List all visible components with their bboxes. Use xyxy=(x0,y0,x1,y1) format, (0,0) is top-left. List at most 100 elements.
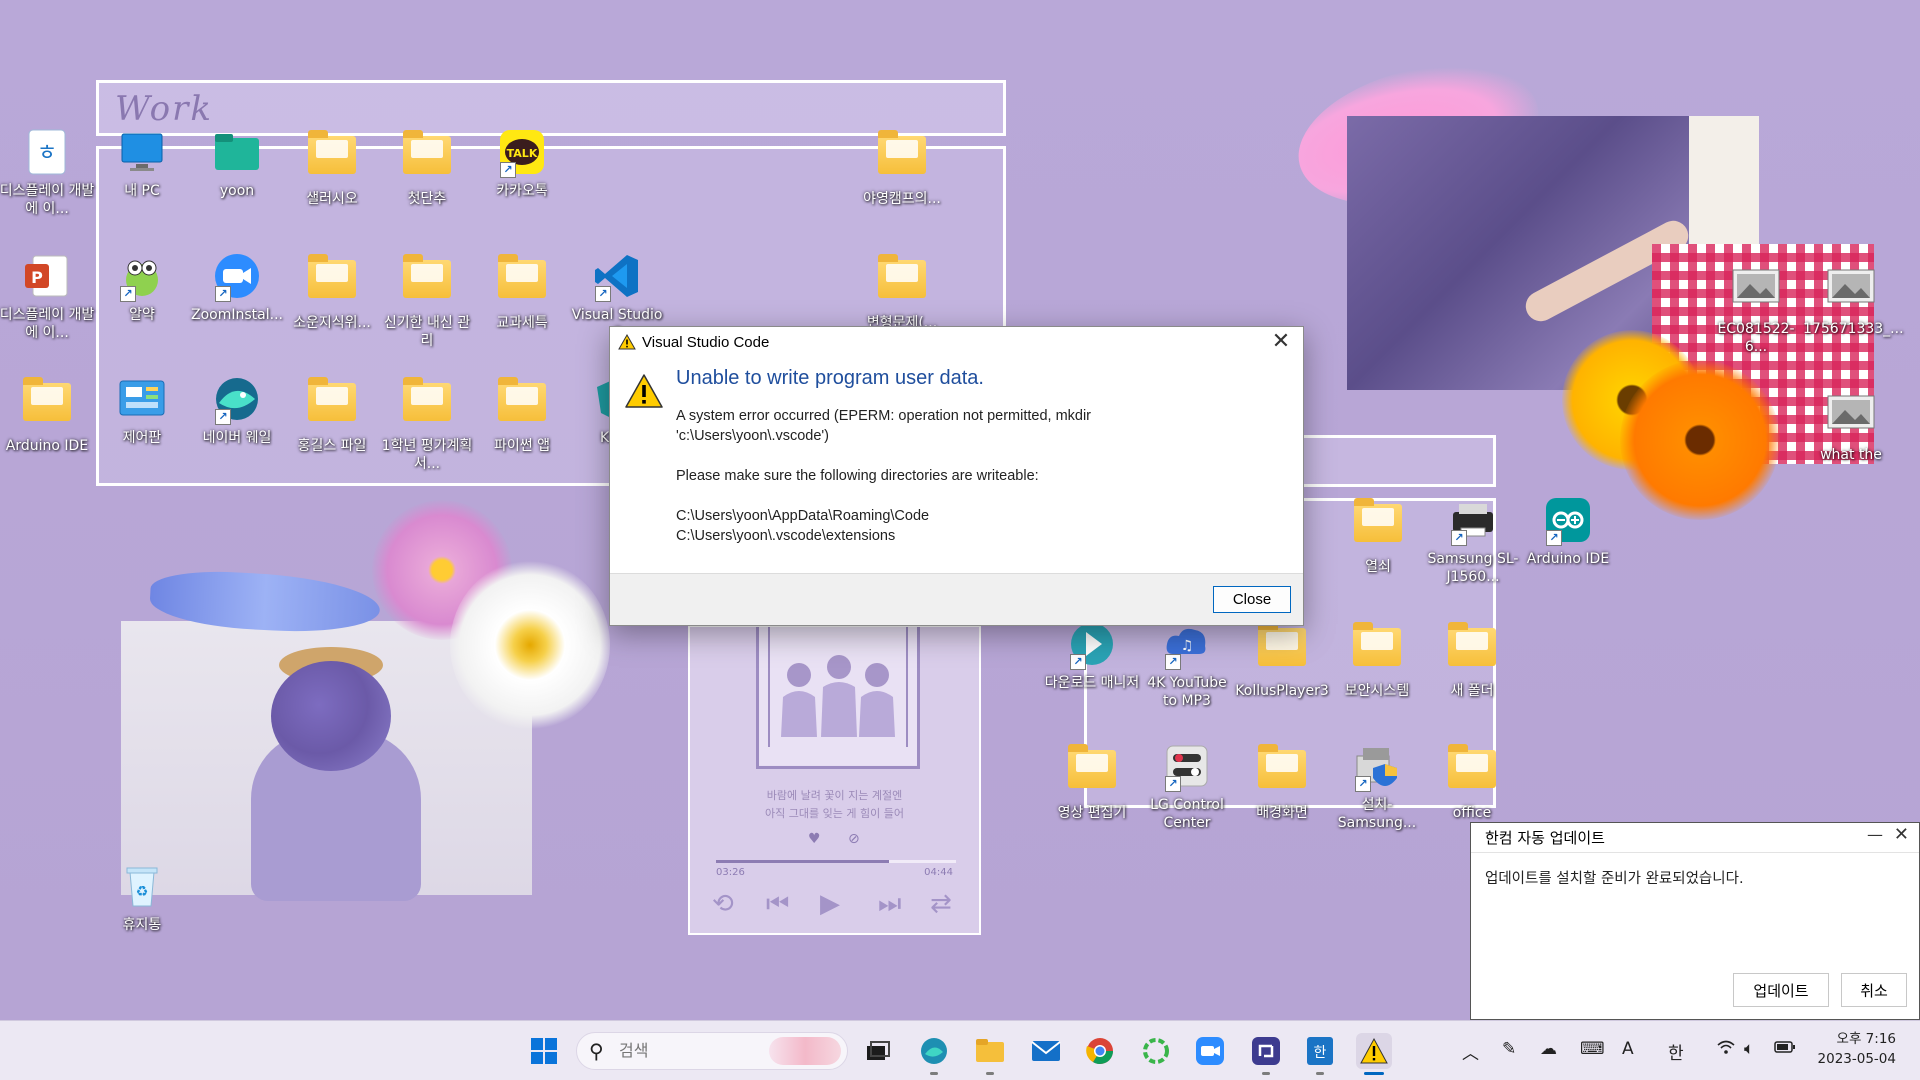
desktop-icon-kakaotalk[interactable]: TALK ↗ 카카오톡 xyxy=(474,128,570,200)
desktop-icon-ec081522[interactable]: EC081522-6... xyxy=(1708,266,1804,356)
next-icon[interactable]: ⏭ xyxy=(878,889,901,920)
show-hidden-icons-chevron-icon[interactable]: ︿ xyxy=(1462,1039,1479,1064)
start-button[interactable] xyxy=(526,1033,562,1069)
desktop-icon-homework[interactable]: 교과세특 xyxy=(474,252,570,332)
desktop-icon-label: 175671333_... xyxy=(1803,321,1904,337)
ime-mode-han[interactable]: 한 xyxy=(1668,1039,1684,1064)
desktop-icon-dictionary[interactable]: ↗ 알약 xyxy=(94,252,190,324)
cancel-button[interactable]: 취소 xyxy=(1841,973,1907,1007)
wifi-icon[interactable] xyxy=(1716,1039,1736,1060)
whale-icon: ↗ xyxy=(213,375,261,425)
folder-icon xyxy=(1354,498,1402,552)
hancom-titlebar: 한컴 자동 업데이트 xyxy=(1471,823,1919,853)
shortcut-arrow-icon: ↗ xyxy=(215,409,231,425)
minimize-icon[interactable]: — xyxy=(1867,825,1883,844)
vscode-error-dialog: Visual Studio Code ✕ Unable to write pro… xyxy=(609,326,1304,626)
taskbar-explorer[interactable] xyxy=(972,1033,1008,1075)
ime-mode-a[interactable]: A xyxy=(1622,1039,1634,1059)
folder-icon xyxy=(403,130,451,184)
heart-icon[interactable]: ♥ xyxy=(808,831,821,847)
repeat-icon[interactable]: ⟲ xyxy=(712,889,734,919)
previous-icon[interactable]: ⏮ xyxy=(766,889,789,920)
taskbar-warning-app[interactable] xyxy=(1356,1033,1392,1075)
desktop-icon-wallpaper[interactable]: 배경화면 xyxy=(1234,742,1330,822)
dialog-close-icon[interactable]: ✕ xyxy=(1269,329,1293,354)
desktop-icon-salary[interactable]: 샐러시오 xyxy=(284,128,380,208)
shuffle-icon[interactable]: ⇄ xyxy=(930,889,952,919)
desktop-icon-arduino-right[interactable]: ↗ Arduino IDE xyxy=(1520,496,1616,568)
shortcut-arrow-icon: ↗ xyxy=(1165,654,1181,670)
update-button[interactable]: 업데이트 xyxy=(1733,973,1829,1007)
running-indicator xyxy=(1316,1072,1324,1075)
dialog-close-button[interactable]: Close xyxy=(1213,586,1291,613)
desktop-icon-video-edit[interactable]: 영상 편집기 xyxy=(1044,742,1140,822)
desktop-icon-transform[interactable]: 변형문제(... xyxy=(854,252,950,332)
shortcut-arrow-icon: ↗ xyxy=(120,286,136,302)
desktop-icon-camp[interactable]: 야영캠프의... xyxy=(854,128,950,208)
desktop-icon-yoon[interactable]: yoon xyxy=(189,128,285,200)
taskbar-remote-app[interactable] xyxy=(1248,1033,1284,1075)
taskbar-mail[interactable] xyxy=(1028,1033,1064,1069)
play-icon[interactable]: ▶ xyxy=(820,889,840,919)
desktop-icon-security[interactable]: 보안시스템 xyxy=(1329,620,1425,700)
folder-icon xyxy=(498,377,546,431)
desktop-icon-singihan[interactable]: 신기한 내신 관리 xyxy=(379,252,475,350)
photo-icon xyxy=(1827,392,1875,440)
clock-date: 2023-05-04 xyxy=(1817,1051,1896,1067)
taskbar-chrome[interactable] xyxy=(1082,1033,1118,1069)
progress-bar[interactable] xyxy=(716,860,956,863)
photo-icon xyxy=(1827,266,1875,314)
desktop-icon-install-samsung[interactable]: ↗ 설치-Samsung... xyxy=(1329,742,1425,832)
volume-icon[interactable]: 🔈︎ xyxy=(1744,1039,1754,1059)
desktop-icon-what-the[interactable]: what the xyxy=(1803,392,1899,464)
warning-small-icon xyxy=(618,334,636,350)
dialog-titlebar: Visual Studio Code xyxy=(610,327,1303,357)
dialog-path-2: C:\Users\yoon\.vscode\extensions xyxy=(676,528,896,544)
taskbar-whale[interactable] xyxy=(916,1033,952,1075)
taskbar-sync-app[interactable] xyxy=(1138,1033,1174,1069)
task-view-button[interactable] xyxy=(860,1033,896,1069)
lyric-line-1: 바람에 날려 꽃이 지는 계절엔 xyxy=(766,789,903,802)
install-icon: ↗ xyxy=(1353,742,1401,792)
desktop-icon-hongdong[interactable]: 홍길스 파일 xyxy=(284,375,380,455)
desktop-icon-zoom-installer[interactable]: ↗ ZoomInstal... xyxy=(189,252,285,324)
folder-icon xyxy=(1258,744,1306,798)
pen-icon[interactable]: ✎ xyxy=(1502,1039,1516,1059)
desktop-icon-control-panel[interactable]: 제어판 xyxy=(94,375,190,447)
desktop-icon-office[interactable]: office xyxy=(1424,742,1520,822)
desktop-icon-label: 제어판 xyxy=(122,430,162,446)
taskbar-hancom[interactable]: 한 xyxy=(1302,1033,1338,1075)
desktop-icon-new-folder[interactable]: 새 폴더 xyxy=(1424,620,1520,700)
dialog-footer: Close xyxy=(610,573,1303,625)
desktop-icon-yeolsae[interactable]: 열쇠 xyxy=(1330,496,1426,576)
battery-icon[interactable] xyxy=(1774,1039,1796,1059)
desktop-icon-samsung-printer[interactable]: ↗ Samsung SL-J1560... xyxy=(1425,496,1521,586)
desktop-icon-kollus[interactable]: KollusPlayer3 xyxy=(1234,620,1330,700)
desktop-icon-yt-mp3[interactable]: ♫ ↗ 4K YouTube to MP3 xyxy=(1139,620,1235,710)
hancom-close-icon[interactable]: ✕ xyxy=(1894,824,1909,845)
desktop-icon-naver-whale[interactable]: ↗ 네이버 웨일 xyxy=(189,375,285,447)
desktop-icon-lg-control[interactable]: ↗ LG Control Center xyxy=(1139,742,1235,832)
desktop-icon-my-pc[interactable]: 내 PC xyxy=(94,128,190,200)
desktop-icon-arduino-left[interactable]: Arduino IDE xyxy=(0,375,95,455)
taskbar-zoom[interactable] xyxy=(1192,1033,1228,1069)
search-input[interactable] xyxy=(619,1041,739,1060)
svg-text:P: P xyxy=(31,268,43,287)
desktop-icon-label: 영상 편집기 xyxy=(1057,805,1127,821)
desktop-icon-recycle-bin[interactable]: ♻ 휴지통 xyxy=(94,862,190,934)
desktop-icon-sowon[interactable]: 소운지식위... xyxy=(284,252,380,332)
system-clock[interactable]: 오후 7:16 2023-05-04 xyxy=(1818,1029,1896,1069)
desktop-icon-display-dev-2[interactable]: P 디스플레이 개발에 이... xyxy=(0,252,95,342)
taskbar-search[interactable]: ⚲ xyxy=(576,1032,848,1070)
desktop-icon-download-mgr[interactable]: ↗ 다운로드 매니저 xyxy=(1044,620,1140,692)
desktop-icon-display-dev-1[interactable]: ㅎ 디스플레이 개발에 이... xyxy=(0,128,95,218)
shortcut-arrow-icon: ↗ xyxy=(1355,776,1371,792)
shortcut-arrow-icon: ↗ xyxy=(1165,776,1181,792)
desktop-icon-first-child[interactable]: 첫단추 xyxy=(379,128,475,208)
desktop-icon-first-year[interactable]: 1학년 평가계획서... xyxy=(379,375,475,473)
desktop-icon-python-app[interactable]: 파이썬 앱 xyxy=(474,375,570,455)
keyboard-icon[interactable]: ⌨ xyxy=(1580,1039,1605,1059)
cloud-offline-icon[interactable]: ☁ xyxy=(1540,1039,1557,1059)
repeat-one-icon[interactable]: ⊘ xyxy=(848,831,860,847)
desktop-icon-p175671333[interactable]: 175671333_... xyxy=(1803,266,1904,338)
